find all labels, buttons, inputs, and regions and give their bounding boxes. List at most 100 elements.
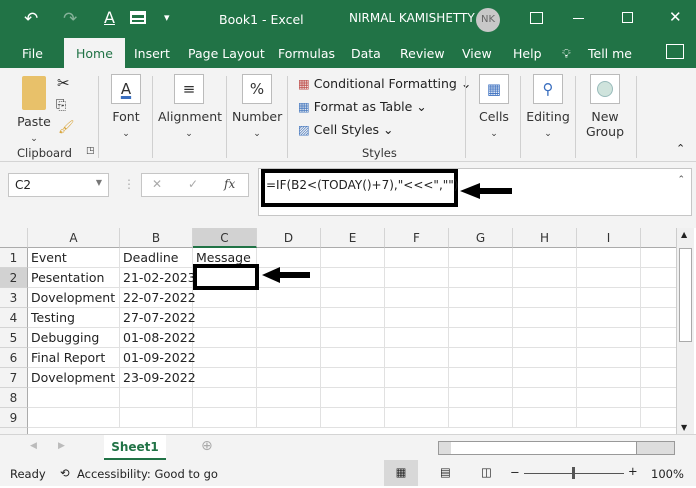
cell[interactable] bbox=[513, 308, 577, 328]
cancel-icon[interactable]: ✕ bbox=[152, 177, 162, 191]
column-header-d[interactable]: D bbox=[257, 228, 321, 248]
cell[interactable] bbox=[449, 268, 513, 288]
cell-a9[interactable] bbox=[28, 408, 120, 428]
cell-a4[interactable]: Testing bbox=[28, 308, 120, 328]
zoom-in-icon[interactable]: + bbox=[628, 464, 638, 478]
cell[interactable] bbox=[257, 308, 321, 328]
collapse-formula-icon[interactable]: ⌃ bbox=[677, 175, 685, 185]
cell-a5[interactable]: Debugging bbox=[28, 328, 120, 348]
cell[interactable] bbox=[577, 248, 641, 268]
cell[interactable] bbox=[513, 388, 577, 408]
cell[interactable] bbox=[513, 408, 577, 428]
cell[interactable] bbox=[513, 328, 577, 348]
cell[interactable] bbox=[449, 348, 513, 368]
insert-function-icon[interactable]: fx bbox=[224, 177, 235, 191]
redo-icon[interactable]: ↷ bbox=[63, 9, 77, 29]
select-all-button[interactable] bbox=[0, 228, 28, 248]
cell[interactable] bbox=[577, 288, 641, 308]
row-header-4[interactable]: 4 bbox=[0, 308, 28, 328]
cell[interactable] bbox=[257, 248, 321, 268]
zoom-out-icon[interactable]: − bbox=[510, 465, 520, 479]
cell[interactable] bbox=[385, 368, 449, 388]
cell-c8[interactable] bbox=[193, 388, 257, 408]
name-box[interactable]: C2 ▼ bbox=[8, 173, 109, 197]
tell-me-search[interactable]: Tell me bbox=[588, 46, 632, 61]
cell[interactable] bbox=[577, 368, 641, 388]
cell[interactable] bbox=[321, 348, 385, 368]
cell-b9[interactable] bbox=[120, 408, 193, 428]
tab-formulas[interactable]: Formulas bbox=[278, 46, 335, 61]
horizontal-scrollbar[interactable] bbox=[438, 441, 675, 455]
cell[interactable] bbox=[385, 388, 449, 408]
cell-c7[interactable] bbox=[193, 368, 257, 388]
cell[interactable] bbox=[385, 268, 449, 288]
cut-icon[interactable]: ✂ bbox=[57, 74, 70, 92]
cell[interactable] bbox=[257, 408, 321, 428]
cell[interactable] bbox=[385, 348, 449, 368]
cell[interactable] bbox=[577, 408, 641, 428]
cell-a6[interactable]: Final Report bbox=[28, 348, 120, 368]
cell[interactable] bbox=[641, 368, 676, 388]
prev-sheet-icon[interactable]: ◀ bbox=[30, 441, 37, 451]
font-button[interactable]: A Font ⌄ bbox=[106, 74, 146, 139]
editing-button[interactable]: ⚲ Editing ⌄ bbox=[526, 74, 570, 139]
cell[interactable] bbox=[257, 328, 321, 348]
cell[interactable] bbox=[513, 368, 577, 388]
row-header-2[interactable]: 2 bbox=[0, 268, 28, 288]
cell[interactable] bbox=[641, 328, 676, 348]
row-header-7[interactable]: 7 bbox=[0, 368, 28, 388]
cell-c4[interactable] bbox=[193, 308, 257, 328]
cell[interactable] bbox=[321, 268, 385, 288]
add-sheet-icon[interactable]: ⊕ bbox=[201, 438, 213, 454]
cell[interactable] bbox=[641, 348, 676, 368]
next-sheet-icon[interactable]: ▶ bbox=[58, 441, 65, 451]
cell[interactable] bbox=[577, 388, 641, 408]
drag-handle-icon[interactable]: ⋮ bbox=[123, 177, 135, 191]
cell-b8[interactable] bbox=[120, 388, 193, 408]
cell[interactable] bbox=[321, 328, 385, 348]
cell[interactable] bbox=[641, 308, 676, 328]
cell-c9[interactable] bbox=[193, 408, 257, 428]
number-button[interactable]: % Number ⌄ bbox=[232, 74, 282, 139]
sheet-tab-sheet1[interactable]: Sheet1 bbox=[104, 435, 166, 460]
ribbon-display-icon[interactable] bbox=[530, 12, 543, 24]
cell[interactable] bbox=[321, 248, 385, 268]
cell[interactable] bbox=[449, 328, 513, 348]
cell-b3[interactable]: 22-07-2022 bbox=[120, 288, 196, 308]
row-header-5[interactable]: 5 bbox=[0, 328, 28, 348]
cell[interactable] bbox=[513, 348, 577, 368]
cell[interactable] bbox=[449, 388, 513, 408]
table-icon[interactable] bbox=[130, 11, 146, 24]
selected-cell-c2[interactable] bbox=[193, 264, 259, 290]
cell-c3[interactable] bbox=[193, 288, 257, 308]
column-header-i[interactable]: I bbox=[577, 228, 641, 248]
column-header-e[interactable]: E bbox=[321, 228, 385, 248]
font-color-icon[interactable]: A bbox=[104, 8, 115, 27]
tab-view[interactable]: View bbox=[462, 46, 492, 61]
cell[interactable] bbox=[513, 288, 577, 308]
normal-view-icon[interactable]: ▦ bbox=[384, 460, 418, 486]
cell[interactable] bbox=[577, 328, 641, 348]
cell-a8[interactable] bbox=[28, 388, 120, 408]
cell[interactable] bbox=[577, 348, 641, 368]
cell[interactable] bbox=[641, 288, 676, 308]
cell[interactable] bbox=[513, 248, 577, 268]
row-header-9[interactable]: 9 bbox=[0, 408, 28, 428]
column-header-h[interactable]: H bbox=[513, 228, 577, 248]
cell[interactable] bbox=[321, 288, 385, 308]
page-layout-view-icon[interactable]: ▤ bbox=[440, 465, 451, 479]
close-icon[interactable]: ✕ bbox=[669, 8, 682, 26]
format-painter-icon[interactable]: 🖌︎ bbox=[58, 120, 75, 135]
alignment-button[interactable]: ≡ Alignment ⌄ bbox=[158, 74, 222, 139]
tab-review[interactable]: Review bbox=[400, 46, 445, 61]
tab-data[interactable]: Data bbox=[351, 46, 381, 61]
cell-b4[interactable]: 27-07-2022 bbox=[120, 308, 196, 328]
cell[interactable] bbox=[577, 308, 641, 328]
tab-page-layout[interactable]: Page Layout bbox=[188, 46, 265, 61]
tab-insert[interactable]: Insert bbox=[134, 46, 170, 61]
row-header-6[interactable]: 6 bbox=[0, 348, 28, 368]
row-header-3[interactable]: 3 bbox=[0, 288, 28, 308]
cell-b2[interactable]: 21-02-2023 bbox=[120, 268, 196, 288]
cell[interactable] bbox=[385, 308, 449, 328]
cell-c6[interactable] bbox=[193, 348, 257, 368]
